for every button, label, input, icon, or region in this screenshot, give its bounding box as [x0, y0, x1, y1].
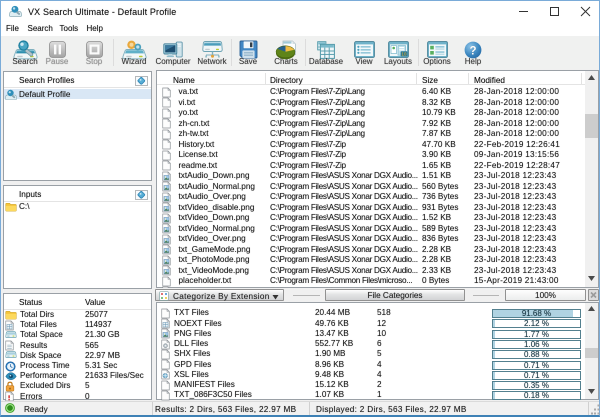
svg-text:10: 10 — [401, 51, 406, 56]
svg-text:?: ? — [469, 45, 476, 57]
